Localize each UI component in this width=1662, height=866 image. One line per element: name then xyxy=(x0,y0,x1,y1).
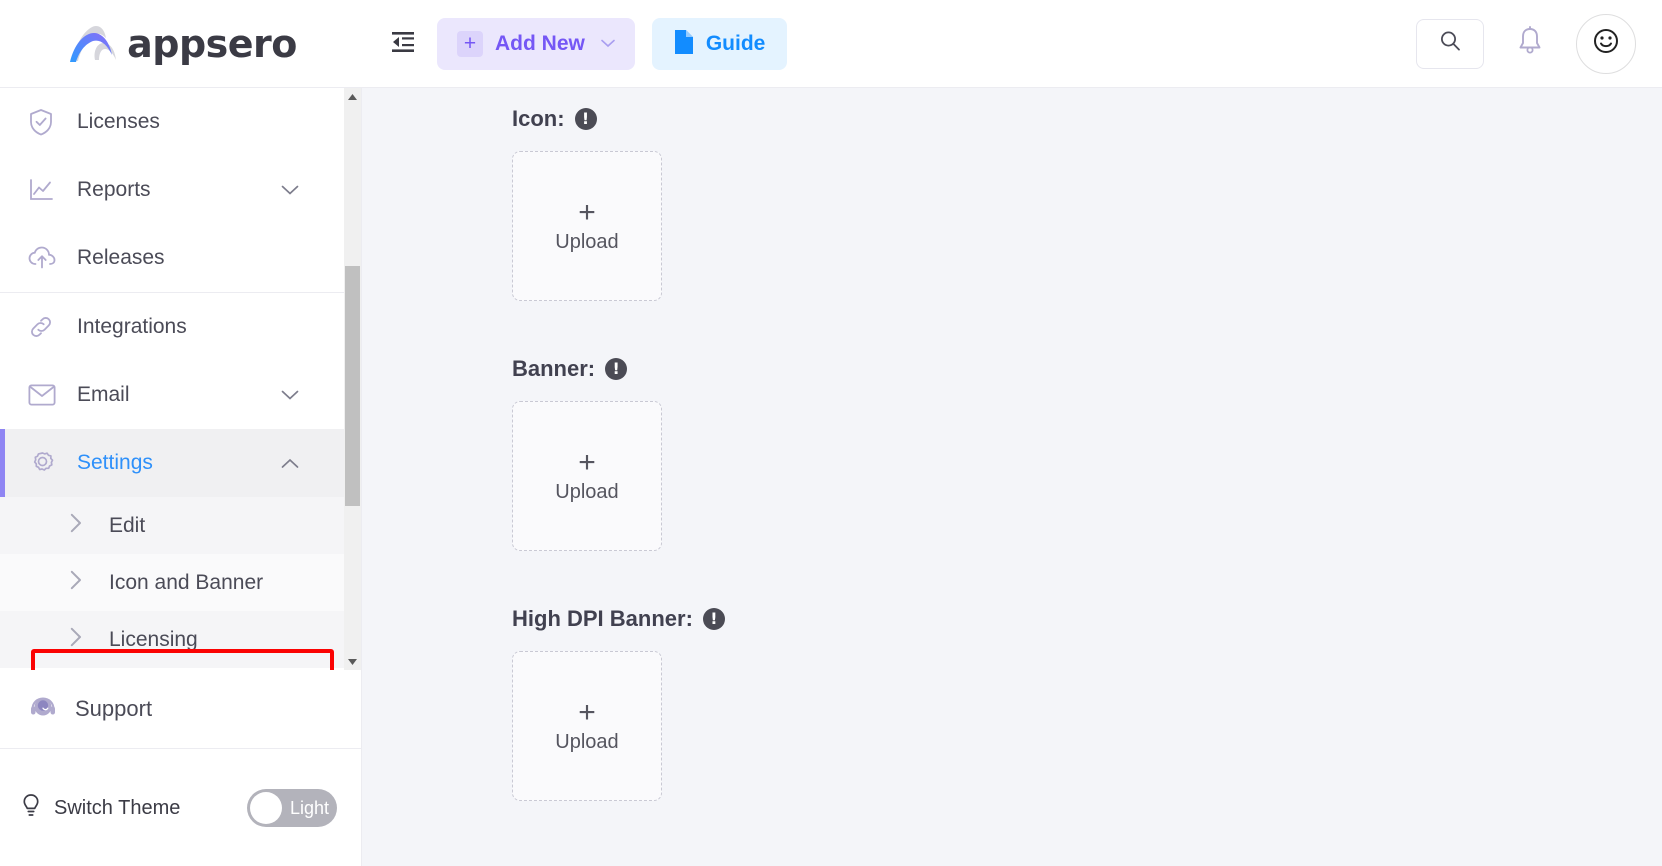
section-header: High DPI Banner: ! xyxy=(512,606,725,632)
headset-icon xyxy=(28,692,58,727)
info-exclamation-icon[interactable]: ! xyxy=(605,358,628,380)
switch-theme-label: Switch Theme xyxy=(54,796,181,819)
sidebar-scrollbar-thumb[interactable] xyxy=(345,266,360,506)
sidebar-item-settings[interactable]: Settings xyxy=(0,429,344,497)
theme-toggle[interactable]: Light xyxy=(247,789,337,827)
top-bar: appsero + Add New Guide xyxy=(0,0,1662,88)
appsero-swoosh-logo-icon xyxy=(65,22,119,66)
smiley-face-avatar-icon xyxy=(1592,27,1620,60)
collapse-sidebar-icon xyxy=(388,31,418,56)
topbar-right-group xyxy=(1416,13,1662,74)
chevron-up-icon[interactable] xyxy=(281,458,299,469)
plus-icon: + xyxy=(457,30,483,57)
theme-toggle-value: Light xyxy=(290,797,330,818)
cloud-upload-icon xyxy=(28,246,60,270)
search-button[interactable] xyxy=(1416,18,1484,69)
envelope-icon xyxy=(28,384,60,406)
chevron-down-icon[interactable] xyxy=(281,185,299,196)
document-icon xyxy=(674,29,694,58)
sidebar-item-email[interactable]: Email xyxy=(0,361,344,429)
section-banner: Banner: ! + Upload xyxy=(512,356,662,551)
shield-check-icon xyxy=(28,108,60,136)
section-label: High DPI Banner: xyxy=(512,606,693,631)
chevron-right-icon xyxy=(70,627,83,652)
chart-line-icon xyxy=(28,177,60,203)
sidebar-item-label: Licenses xyxy=(77,110,160,133)
section-label: Icon: xyxy=(512,106,565,131)
app-root: appsero + Add New Guide Licenses Reports… xyxy=(0,0,1662,866)
chevron-right-icon xyxy=(70,513,83,538)
sidebar-item-integrations[interactable]: Integrations xyxy=(0,293,344,361)
info-exclamation-icon[interactable]: ! xyxy=(574,108,597,130)
guide-label: Guide xyxy=(705,31,766,55)
chevron-right-icon xyxy=(70,570,83,595)
sidebar-item-label: Email xyxy=(77,383,130,406)
avatar[interactable] xyxy=(1576,13,1636,74)
upload-label: Upload xyxy=(555,231,619,253)
sidebar-subitem-licensing[interactable]: Licensing xyxy=(0,611,344,668)
banner-upload-dropzone[interactable]: + Upload xyxy=(512,401,662,551)
sidebar-item-label: Integrations xyxy=(77,315,187,338)
search-icon xyxy=(1438,29,1462,58)
sidebar-item-releases[interactable]: Releases xyxy=(0,224,344,292)
upload-plus-icon: + xyxy=(578,696,596,729)
scroll-down-arrow-icon[interactable] xyxy=(344,653,361,670)
brand-name: appsero xyxy=(127,21,297,66)
high-dpi-banner-upload-dropzone[interactable]: + Upload xyxy=(512,651,662,801)
section-icon: Icon: ! + Upload xyxy=(512,106,662,301)
chevron-down-icon xyxy=(597,39,615,48)
bell-icon xyxy=(1517,26,1543,61)
brand-logo[interactable]: appsero xyxy=(0,0,362,88)
add-new-label: Add New xyxy=(495,31,585,55)
chevron-down-icon[interactable] xyxy=(281,390,299,401)
info-exclamation-icon[interactable]: ! xyxy=(702,608,725,630)
switch-theme-row: Switch Theme Light xyxy=(0,750,361,866)
sidebar-item-label: Reports xyxy=(77,178,151,201)
sidebar-item-label: Settings xyxy=(77,451,153,474)
lightbulb-icon xyxy=(20,793,42,824)
topbar-left-group: + Add New Guide xyxy=(362,17,788,70)
toggle-knob xyxy=(250,792,282,824)
sidebar-subitem-icon-and-banner[interactable]: Icon and Banner xyxy=(0,554,344,611)
sidebar-item-label: Support xyxy=(75,696,153,721)
section-high-dpi-banner: High DPI Banner: ! + Upload xyxy=(512,606,725,801)
collapse-sidebar-button[interactable] xyxy=(386,27,420,61)
sidebar-nav-list: Licenses Reports Releases Integrations E… xyxy=(0,88,344,670)
section-header: Icon: ! xyxy=(512,106,662,132)
upload-plus-icon: + xyxy=(578,196,596,229)
section-header: Banner: ! xyxy=(512,356,662,382)
sidebar-subitem-label: Licensing xyxy=(109,627,198,651)
sidebar-item-reports[interactable]: Reports xyxy=(0,156,344,224)
sidebar-item-licenses[interactable]: Licenses xyxy=(0,88,344,156)
upload-label: Upload xyxy=(555,731,619,753)
section-label: Banner: xyxy=(512,356,596,381)
notifications-button[interactable] xyxy=(1510,22,1550,66)
sidebar-item-support[interactable]: Support xyxy=(0,670,361,749)
link-chain-icon xyxy=(28,314,60,340)
sidebar-subitem-label: Icon and Banner xyxy=(109,570,264,594)
sidebar-item-label: Releases xyxy=(77,246,165,269)
upload-plus-icon: + xyxy=(578,446,596,479)
add-new-button[interactable]: + Add New xyxy=(437,17,635,70)
guide-button[interactable]: Guide xyxy=(651,17,788,70)
sidebar-subitem-edit[interactable]: Edit xyxy=(0,497,344,554)
scroll-up-arrow-icon[interactable] xyxy=(344,88,361,105)
gear-icon xyxy=(28,449,60,477)
main-content: Icon: ! + Upload Banner: ! + Upload High… xyxy=(362,88,1662,866)
sidebar-subitem-label: Edit xyxy=(109,513,146,537)
upload-label: Upload xyxy=(555,481,619,503)
sidebar: Licenses Reports Releases Integrations E… xyxy=(0,88,362,866)
icon-upload-dropzone[interactable]: + Upload xyxy=(512,151,662,301)
